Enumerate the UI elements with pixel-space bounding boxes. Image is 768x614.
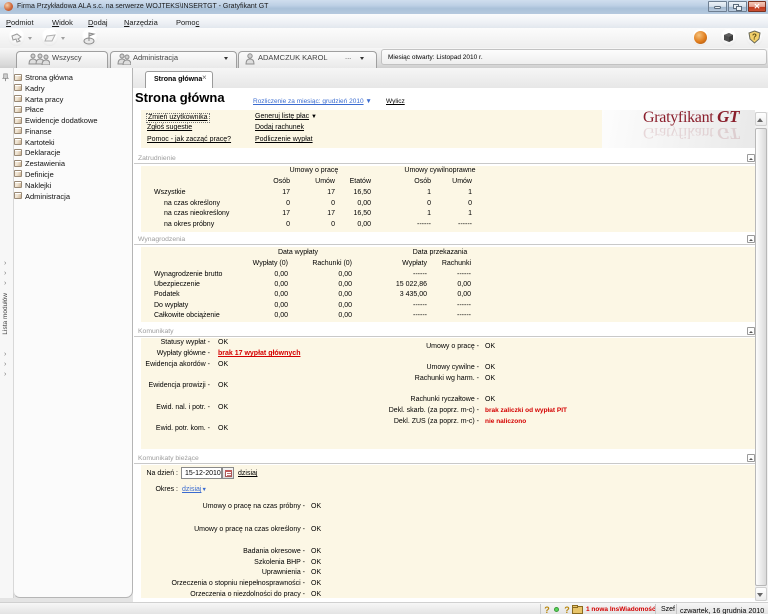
svg-text:?: ?: [752, 33, 757, 42]
svg-text:?: ?: [544, 605, 550, 614]
svg-text:?: ?: [564, 605, 570, 614]
